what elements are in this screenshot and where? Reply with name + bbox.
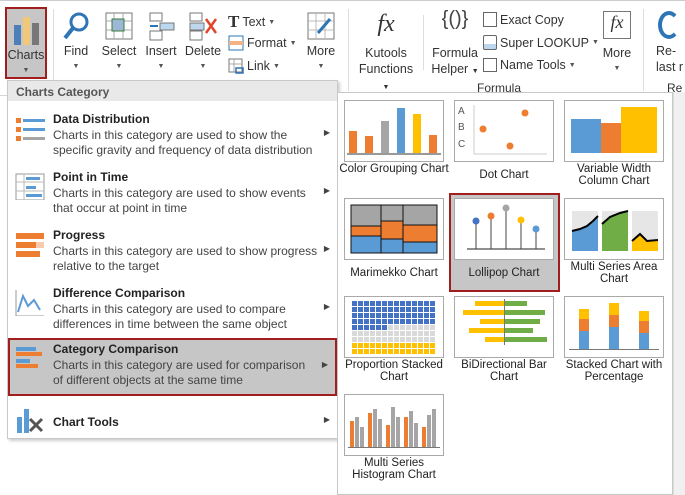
label-proportion-stacked-chart: Proportion Stacked Chart	[345, 359, 443, 383]
format-icon	[228, 35, 244, 51]
menu-item-data-distribution[interactable]: Data Distribution Charts in this category…	[8, 108, 337, 164]
formula-helper-button[interactable]: {()} Formula Helper ▼	[428, 8, 482, 80]
axis-label-a: A	[458, 106, 465, 117]
label-multi-series-histogram-chart: Multi Series Histogram Chart	[352, 457, 436, 481]
label-variable-width-column-chart: Variable Width Column Chart	[577, 163, 651, 187]
menu-item-progress[interactable]: Progress Charts in this category are used…	[8, 224, 337, 280]
name-tools-icon	[483, 58, 497, 72]
re-button[interactable]: Re-last r	[648, 11, 685, 75]
label-bidirectional-bar-chart: BiDirectional Bar Chart	[461, 359, 547, 383]
more-formula-button[interactable]: fx More ▼	[598, 11, 636, 77]
chevron-right-icon: ▶	[323, 186, 330, 195]
insert-button[interactable]: Insert ▼	[143, 11, 179, 75]
progress-icon	[16, 233, 44, 257]
text-button[interactable]: T Text ▼	[228, 12, 275, 32]
chevron-right-icon: ▶	[321, 360, 328, 369]
scrollbar[interactable]	[673, 92, 685, 495]
format-button[interactable]: Format ▼	[228, 35, 297, 51]
name-tools-button[interactable]: Name Tools ▼	[483, 58, 576, 72]
chart-tools-icon	[17, 409, 44, 433]
thumb-proportion-stacked-chart[interactable]	[344, 296, 444, 358]
super-lookup-button[interactable]: Super LOOKUP ▼	[483, 35, 599, 50]
category-comparison-icon	[16, 347, 42, 368]
menu-item-point-in-time[interactable]: Point in Time Charts in this category are…	[8, 166, 337, 222]
lookup-icon	[483, 35, 497, 50]
kutools-functions-button[interactable]: fx Kutools Functions ▼	[354, 11, 418, 96]
link-icon	[228, 58, 244, 74]
copy-icon	[483, 12, 497, 27]
menu-header: Charts Category	[8, 81, 337, 101]
label-color-grouping-chart: Color Grouping Chart	[339, 163, 449, 175]
thumb-marimekko-chart[interactable]	[344, 198, 444, 260]
thumb-multi-series-area-chart[interactable]	[564, 198, 664, 260]
charts-category-menu: Charts Category Data Distribution Charts …	[7, 80, 338, 439]
bar-chart-icon	[14, 17, 39, 45]
menu-item-difference-comparison[interactable]: Difference Comparison Charts in this cate…	[8, 282, 337, 338]
thumb-dot-chart[interactable]: A B C	[454, 100, 554, 162]
exact-copy-button[interactable]: Exact Copy	[483, 12, 564, 27]
insert-cells-icon	[149, 12, 175, 41]
refresh-icon	[658, 11, 680, 39]
more-button[interactable]: More ▼	[302, 11, 340, 75]
search-icon	[63, 12, 89, 40]
find-button[interactable]: Find ▼	[58, 11, 94, 75]
label-multi-series-area-chart: Multi Series Area Chart	[570, 261, 658, 285]
label-lollipop-chart: Lollipop Chart	[468, 267, 540, 279]
chevron-right-icon: ▶	[323, 302, 330, 311]
label-marimekko-chart: Marimekko Chart	[350, 267, 438, 279]
braces-icon: {()}	[441, 8, 469, 30]
axis-label-c: C	[458, 139, 466, 150]
charts-button[interactable]: Charts ▼	[5, 7, 47, 79]
data-distribution-icon	[16, 118, 45, 141]
thumb-stacked-chart-with-percentage[interactable]	[564, 296, 664, 358]
fx-icon: fx	[377, 11, 395, 37]
select-cells-icon	[105, 12, 133, 40]
thumb-color-grouping-chart[interactable]	[344, 100, 444, 162]
edit-grid-icon	[307, 12, 335, 40]
thumb-multi-series-histogram-chart[interactable]	[344, 394, 444, 456]
select-button[interactable]: Select ▼	[98, 11, 140, 75]
chevron-right-icon: ▶	[323, 128, 330, 137]
axis-label-b: B	[458, 122, 465, 133]
thumb-bidirectional-bar-chart[interactable]	[454, 296, 554, 358]
thumb-variable-width-column-chart[interactable]	[564, 100, 664, 162]
chevron-right-icon: ▶	[323, 244, 330, 253]
delete-button[interactable]: Delete ▼	[182, 11, 224, 75]
link-button[interactable]: Link ▼	[228, 58, 280, 74]
thumb-lollipop-chart[interactable]	[454, 198, 554, 260]
point-in-time-icon	[15, 173, 45, 200]
label-stacked-chart-with-percentage: Stacked Chart with Percentage	[565, 359, 663, 383]
difference-comparison-icon	[15, 290, 44, 316]
menu-item-chart-tools[interactable]: Chart Tools ▶	[8, 401, 337, 437]
delete-cells-icon	[189, 12, 218, 41]
text-icon: T	[228, 12, 240, 31]
menu-item-category-comparison[interactable]: Category Comparison Charts in this catego…	[8, 338, 337, 396]
chevron-right-icon: ▶	[323, 415, 330, 424]
fx-box-icon: fx	[603, 11, 631, 39]
label-dot-chart: Dot Chart	[479, 169, 529, 181]
